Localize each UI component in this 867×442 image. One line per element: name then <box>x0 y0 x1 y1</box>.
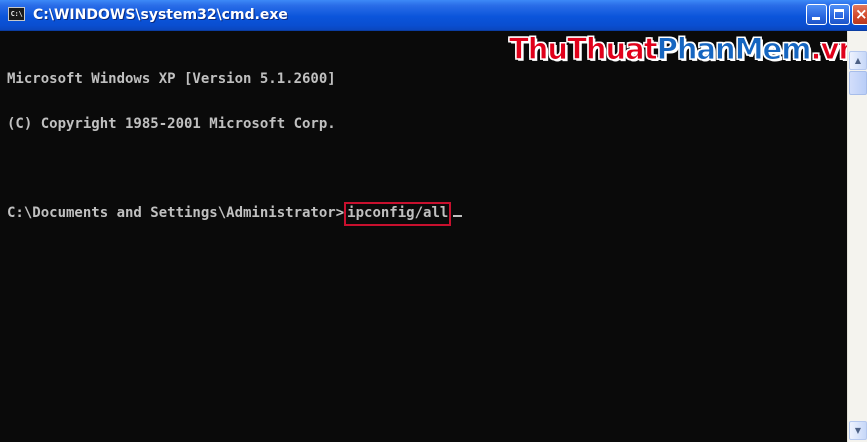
text-cursor <box>453 215 463 217</box>
command-prompt: C:\Documents and Settings\Administrator> <box>7 205 345 221</box>
vertical-scrollbar[interactable]: ▲ ▼ <box>847 31 867 442</box>
close-icon: × <box>855 5 867 23</box>
scroll-thumb[interactable] <box>849 71 867 95</box>
watermark-logo: ThuThuatPhanMem.vn <box>509 32 860 66</box>
command-highlight-box: ipconfig/all <box>344 202 452 226</box>
chevron-up-icon: ▲ <box>854 56 862 65</box>
title-bar[interactable]: C:\ C:\WINDOWS\system32\cmd.exe × <box>0 0 867 31</box>
cmd-icon[interactable]: C:\ <box>8 7 25 21</box>
chevron-down-icon: ▼ <box>854 426 862 435</box>
console-output[interactable]: Microsoft Windows XP [Version 5.1.2600] … <box>7 42 847 442</box>
scroll-up-button[interactable]: ▲ <box>849 51 867 70</box>
console-command-line: C:\Documents and Settings\Administrator>… <box>7 202 847 226</box>
watermark-part-phanmem: PhanMem <box>656 32 812 66</box>
typed-command: ipconfig/all <box>347 205 449 221</box>
maximize-icon <box>834 9 844 19</box>
maximize-button[interactable] <box>829 4 850 25</box>
window-title: C:\WINDOWS\system32\cmd.exe <box>33 7 288 23</box>
minimize-icon <box>812 17 820 20</box>
cmd-window: C:\ C:\WINDOWS\system32\cmd.exe × Micros… <box>0 0 867 442</box>
minimize-button[interactable] <box>806 4 827 25</box>
watermark-part-thuthuat: ThuThuat <box>509 32 659 66</box>
console-line-copyright: (C) Copyright 1985-2001 Microsoft Corp. <box>7 116 336 132</box>
close-button[interactable]: × <box>852 4 867 25</box>
scroll-down-button[interactable]: ▼ <box>849 421 867 440</box>
console-line-version: Microsoft Windows XP [Version 5.1.2600] <box>7 71 336 87</box>
